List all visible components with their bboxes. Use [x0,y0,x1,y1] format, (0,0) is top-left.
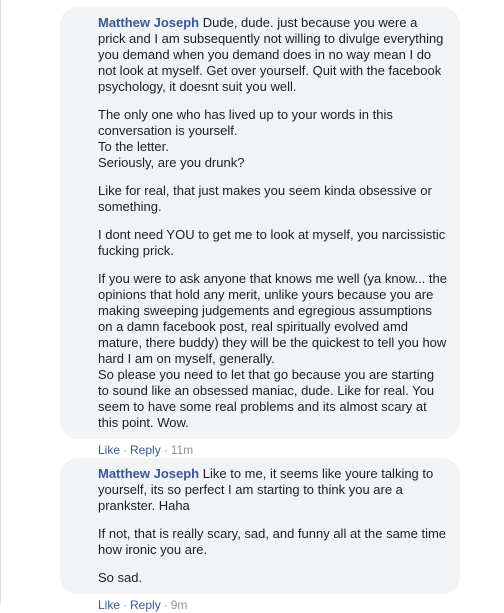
comment-paragraph: Matthew Joseph Dude, dude. just because … [98,15,448,95]
reply-link[interactable]: Reply [130,443,161,457]
comment-paragraph: If not, that is really scary, sad, and f… [98,526,447,557]
comment-paragraph: The only one who has lived up to your wo… [98,107,393,170]
comment-paragraph: Like for real, that just makes you seem … [98,183,432,214]
comment-author[interactable]: Matthew Joseph [98,15,199,30]
comment-bubble: Matthew Joseph Like to me, it seems like… [60,458,460,594]
timestamp[interactable]: 11m [171,443,193,457]
thread-line [0,0,15,604]
comment-bubble: Matthew Joseph Dude, dude. just because … [60,7,460,439]
comment-actions: Like · Reply · 11m [60,442,460,458]
like-link[interactable]: Like [98,443,120,457]
comment: Matthew Joseph Like to me, it seems like… [60,458,460,613]
comment-paragraph: Matthew Joseph Like to me, it seems like… [98,466,448,514]
comment: Matthew Joseph Dude, dude. just because … [60,7,460,458]
separator-dot: · [123,443,128,457]
separator-dot: · [123,598,128,612]
comment-author[interactable]: Matthew Joseph [98,466,199,481]
reply-link[interactable]: Reply [130,598,161,612]
comment-actions: Like · Reply · 9m [60,597,460,613]
comment-paragraph: So sad. [98,570,143,585]
separator-dot: · [163,443,168,457]
like-link[interactable]: Like [98,598,120,612]
comment-paragraph: I dont need YOU to get me to look at mys… [98,227,446,258]
comment-paragraph: If you were to ask anyone that knows me … [98,271,448,430]
separator-dot: · [163,598,168,612]
timestamp[interactable]: 9m [171,598,188,612]
